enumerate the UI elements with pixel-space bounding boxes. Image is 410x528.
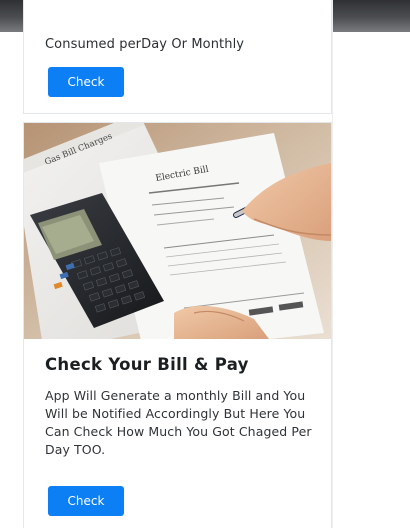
page: Consumed perDay Or Monthly Check Gas Bil… bbox=[0, 0, 410, 528]
bill-card-title: Check Your Bill & Pay bbox=[45, 355, 249, 374]
bill-card-image: Gas Bill Charges Electric Bill bbox=[24, 123, 331, 339]
bill-card: Gas Bill Charges Electric Bill Check You… bbox=[23, 122, 332, 528]
column-divider bbox=[332, 0, 333, 528]
bill-check-button[interactable]: Check bbox=[48, 486, 124, 516]
bill-card-description: App Will Generate a monthly Bill and You… bbox=[45, 388, 312, 457]
usage-check-button[interactable]: Check bbox=[48, 67, 124, 97]
usage-card: Consumed perDay Or Monthly Check bbox=[23, 0, 332, 114]
usage-card-text: Consumed perDay Or Monthly bbox=[45, 37, 245, 52]
bill-photo-illustration: Gas Bill Charges Electric Bill bbox=[24, 123, 331, 339]
